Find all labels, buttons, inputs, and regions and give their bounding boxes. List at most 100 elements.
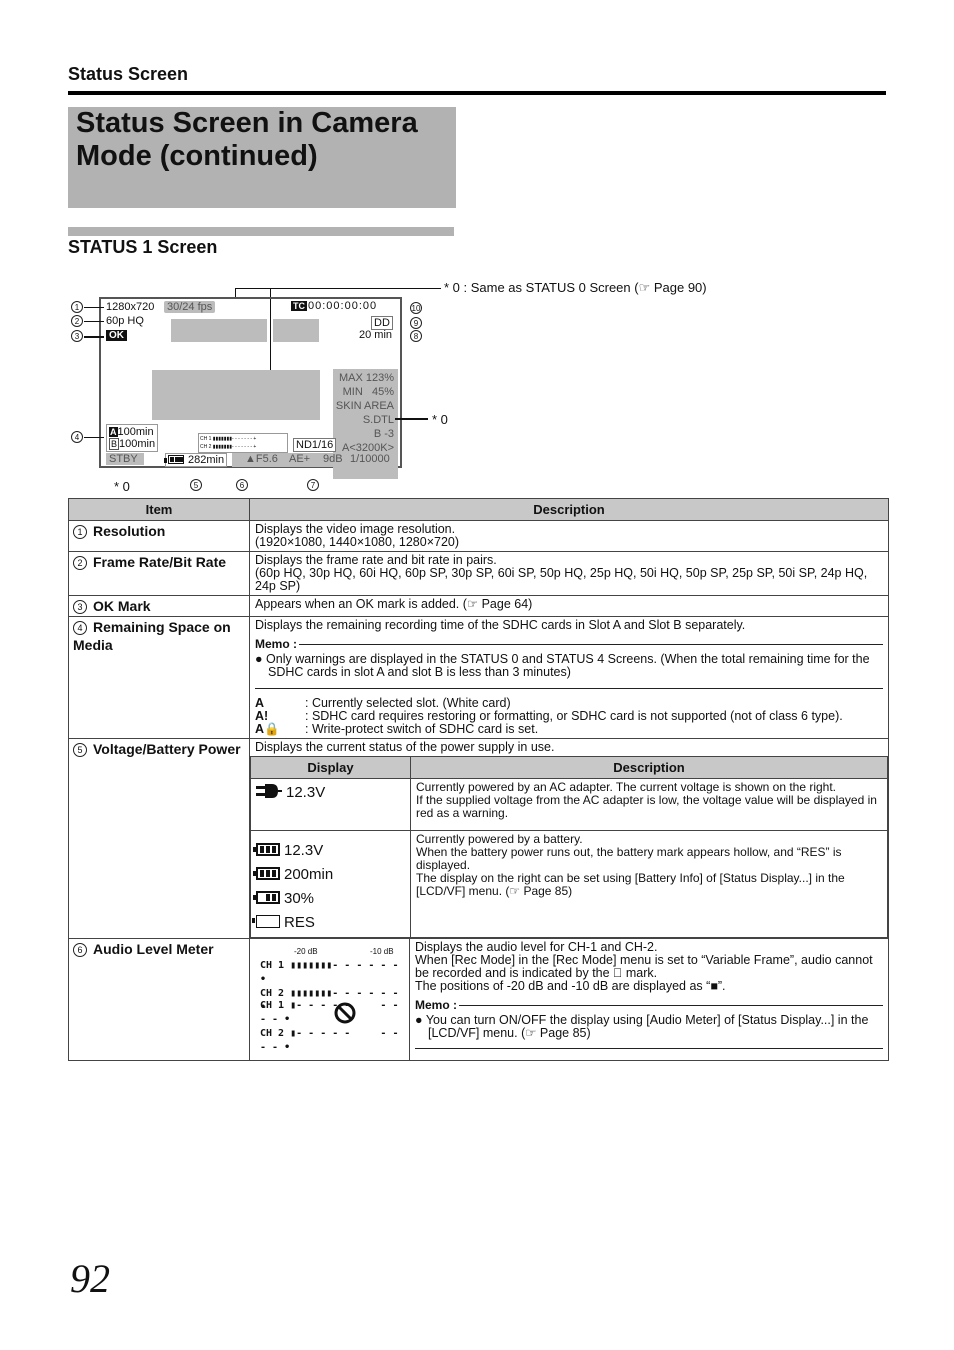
power-row: 12.3V Currently powered by an AC adapter…	[250, 778, 888, 831]
item-number: 1	[73, 525, 87, 539]
battery-res: RES	[284, 914, 315, 931]
nd-filter: ND1/16	[293, 438, 337, 452]
zebra-max: MAX 123%	[338, 372, 394, 384]
gain-value: 9dB	[323, 453, 343, 465]
callout-7: 7	[307, 479, 319, 491]
slot-a-icon: A	[109, 427, 118, 437]
battery-empty-icon	[252, 915, 280, 928]
skin-area: SKIN AREA	[335, 400, 394, 412]
table-row: 2 Frame Rate/Bit Rate Displays the frame …	[68, 551, 889, 596]
fps-value: 30/24 fps	[164, 301, 216, 313]
slot-a-time: 100min	[117, 426, 154, 438]
black-level: B -3	[373, 428, 394, 440]
timecode-value: 00:00:00:00	[308, 300, 378, 312]
ch1-label: CH 1	[200, 436, 212, 442]
page-title: Status Screen in Camera Mode (continued)	[76, 107, 418, 172]
no-audio-icon	[334, 1002, 356, 1024]
callout-1: 1	[71, 301, 83, 313]
ch1-label: CH 1	[260, 960, 285, 971]
ae-value: AE+	[289, 453, 311, 465]
desc-line: Appears when an OK mark is added. (☞ Pag…	[255, 597, 533, 611]
battery-full-icon	[253, 843, 280, 856]
table-row: 3 OK Mark Appears when an OK mark is adde…	[68, 595, 889, 617]
ok-mark: OK	[106, 330, 127, 341]
item-name: OK Mark	[93, 598, 151, 614]
ch2-label: CH 2	[260, 988, 285, 999]
desc-line: When [Rec Mode] in the [Rec Mode] menu i…	[415, 953, 873, 980]
slot-b-icon: B	[109, 438, 120, 450]
voltage-value: 12.3V	[286, 784, 326, 801]
sdtl: S.DTL	[362, 414, 394, 426]
shutter-value: 1/10000	[350, 453, 390, 465]
status-screen-diagram: * 0 : Same as STATUS 0 Screen (☞ Page 90…	[60, 280, 760, 495]
item-number: 6	[73, 943, 87, 957]
sub-header-description: Description	[410, 756, 888, 779]
item-number: 4	[73, 621, 87, 635]
item-name: Frame Rate/Bit Rate	[93, 554, 227, 570]
item-name: Remaining Space on Media	[73, 619, 231, 653]
item-name: Resolution	[93, 523, 166, 539]
slot-lock-icon: A🔒	[255, 722, 280, 736]
callout-4: 4	[71, 431, 83, 443]
battery-partial-icon	[253, 891, 280, 904]
ch2-label: CH 2	[200, 444, 212, 450]
audio-meter: CH 1 ▮▮▮▮▮▮▮- - - - - - - + CH 2 ▮▮▮▮▮▮▮…	[198, 433, 288, 453]
header-description: Description	[249, 498, 889, 521]
camera-screen: 1280x720 30/24 fps 60p HQ OK TC 00:00:00…	[99, 297, 402, 479]
sub-header-display: Display	[250, 756, 411, 779]
memo-label: Memo :	[415, 999, 883, 1012]
callout-10: 10	[410, 302, 422, 314]
audio-meter-example: -20 dB -10 dB CH 1 ▮▮▮▮▮▮▮- - - - - - • …	[250, 939, 410, 1060]
memo-body: You can turn ON/OFF the display using [A…	[425, 1013, 869, 1040]
battery-icon	[164, 455, 184, 464]
header-item: Item	[68, 498, 250, 521]
star0-bottom: * 0	[114, 479, 130, 494]
rec-time-remaining: 20 min	[359, 329, 393, 341]
slot-legend-text: : Write-protect switch of SDHC card is s…	[305, 722, 539, 736]
callout-8: 8	[410, 330, 422, 342]
subsection-title: STATUS 1 Screen	[68, 237, 218, 257]
callout-5: 5	[190, 479, 202, 491]
memo-text: ● Only warnings are displayed in the STA…	[255, 652, 870, 679]
minus10-label: -10 dB	[370, 947, 394, 956]
callout-3: 3	[71, 330, 83, 342]
title-box: Status Screen in Camera Mode (continued)	[68, 107, 456, 208]
power-row: 12.3V 200min 30% RES Currently powered b…	[250, 830, 888, 938]
table-row: 1 Resolution Displays the video image res…	[68, 520, 889, 552]
slot-remaining: A100min B 100min	[106, 424, 159, 452]
power-display-table: Display Description 12.3V Currently power…	[250, 756, 888, 938]
battery-status: 282min	[164, 453, 228, 467]
table-row: 6 Audio Level Meter -20 dB -10 dB CH 1 ▮▮…	[68, 938, 889, 1061]
item-number: 3	[73, 600, 87, 614]
ch1-label: CH 1	[260, 1000, 285, 1011]
slot-b-time: 100min	[119, 438, 156, 450]
desc-line: Displays the current status of the power…	[255, 740, 555, 754]
stby-status: STBY	[106, 453, 144, 465]
dd-indicator: DD	[371, 316, 393, 330]
desc-line: The positions of -20 dB and -10 dB are d…	[415, 979, 726, 993]
battery-voltage: 12.3V	[284, 842, 324, 859]
battery-percent: 30%	[284, 890, 315, 907]
desc-line: (60p HQ, 30p HQ, 60i HQ, 60p SP, 30p SP,…	[255, 566, 868, 593]
battery-minutes: 200min	[284, 866, 334, 883]
slot-legend-row: A🔒 : Write-protect switch of SDHC card is…	[255, 723, 883, 736]
item-number: 2	[73, 556, 87, 570]
memo-text: ● You can turn ON/OFF the display using …	[415, 1013, 869, 1040]
memo-body: Only warnings are displayed in the STATU…	[266, 652, 870, 679]
item-number: 5	[73, 743, 87, 757]
status-items-table: Item Description 1 Resolution Displays th…	[68, 498, 889, 1061]
desc-line: (1920×1080, 1440×1080, 1280×720)	[255, 535, 460, 549]
page-number: 92	[70, 1256, 110, 1301]
desc-line: The display on the right can be set usin…	[416, 871, 845, 898]
resolution-value: 1280x720	[106, 301, 155, 313]
iris-value: ▲F5.6	[245, 453, 278, 465]
zebra-info: MAX 123% MIN 45% SKIN AREA S.DTL B -3 A<…	[336, 371, 394, 455]
desc-line: When the battery power runs out, the bat…	[416, 845, 842, 872]
battery-full-icon	[253, 867, 280, 880]
table-row: 5 Voltage/Battery Power Displays the curr…	[68, 738, 889, 939]
table-row: 4 Remaining Space on Media Displays the r…	[68, 616, 889, 739]
callout-9: 9	[410, 317, 422, 329]
minus20-label: -20 dB	[294, 947, 318, 956]
item-name: Voltage/Battery Power	[93, 741, 241, 757]
section-rule	[68, 91, 886, 95]
